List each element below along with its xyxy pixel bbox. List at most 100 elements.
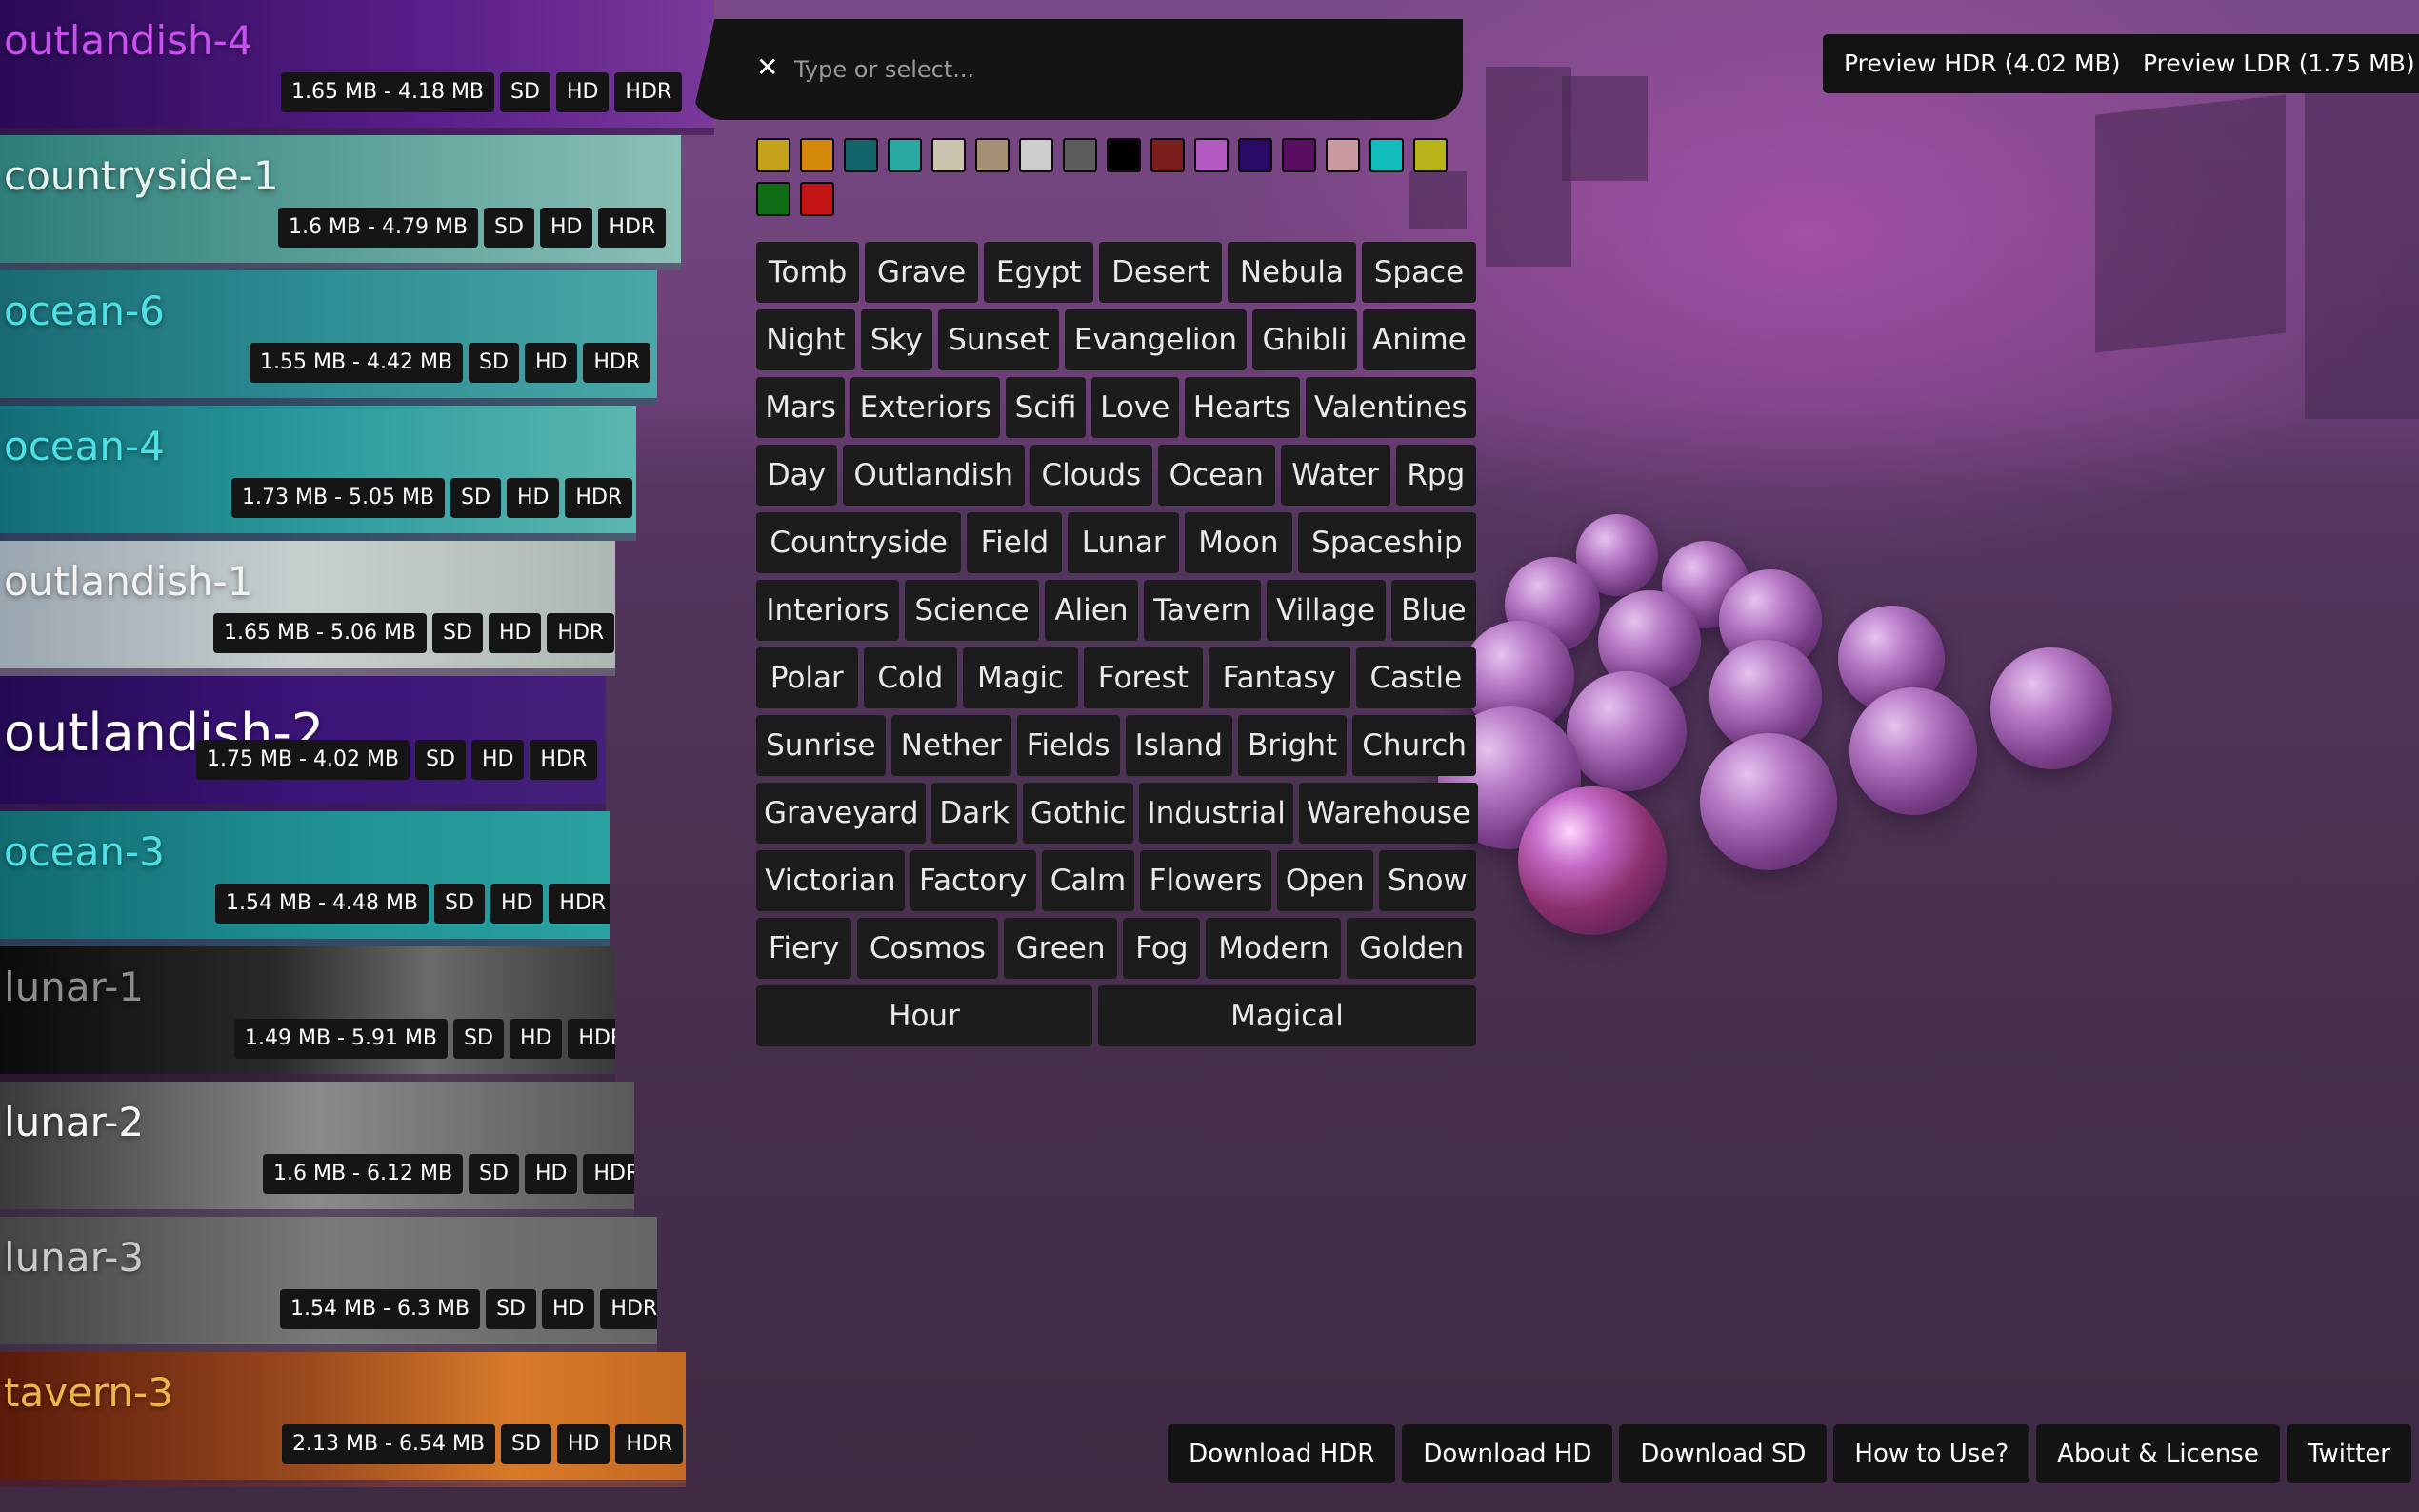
tag-countryside[interactable]: Countryside	[756, 512, 962, 573]
tag-lunar[interactable]: Lunar	[1068, 512, 1179, 573]
close-icon[interactable]: ✕	[756, 51, 778, 83]
sd-button[interactable]: SD	[484, 208, 534, 248]
tag-sky[interactable]: Sky	[860, 309, 932, 370]
search-input[interactable]	[792, 48, 1368, 91]
color-swatch[interactable]	[800, 138, 834, 172]
tag-bright[interactable]: Bright	[1237, 715, 1348, 776]
environment-row-ocean-4[interactable]: ocean-4 1.73 MB - 5.05 MB SD HD HDR	[0, 406, 636, 541]
hdr-button[interactable]: HDR	[530, 740, 598, 780]
tag-castle[interactable]: Castle	[1355, 647, 1476, 708]
tag-magical[interactable]: Magical	[1098, 985, 1477, 1046]
environment-row-lunar-3[interactable]: lunar-3 1.54 MB - 6.3 MB SD HD HDR	[0, 1217, 657, 1352]
tag-open[interactable]: Open	[1276, 850, 1373, 911]
hd-button[interactable]: HD	[539, 208, 593, 248]
color-swatch[interactable]	[844, 138, 878, 172]
hd-button[interactable]: HD	[488, 613, 542, 653]
tag-rpg[interactable]: Rpg	[1395, 445, 1477, 506]
color-swatch[interactable]	[756, 182, 790, 216]
tag-magic[interactable]: Magic	[963, 647, 1078, 708]
tag-cold[interactable]: Cold	[863, 647, 958, 708]
hdr-button[interactable]: HDR	[549, 884, 610, 924]
environment-row-countryside-1[interactable]: countryside-1 1.6 MB - 4.79 MB SD HD HDR	[0, 135, 681, 270]
tag-night[interactable]: Night	[756, 309, 855, 370]
hd-button[interactable]: HD	[541, 1289, 595, 1329]
color-swatch[interactable]	[1107, 138, 1141, 172]
hdr-button[interactable]: HDR	[615, 1424, 684, 1464]
tag-desert[interactable]: Desert	[1099, 242, 1222, 303]
sd-button[interactable]: SD	[415, 740, 466, 780]
tag-polar[interactable]: Polar	[756, 647, 858, 708]
tag-evangelion[interactable]: Evangelion	[1064, 309, 1248, 370]
tag-calm[interactable]: Calm	[1041, 850, 1135, 911]
environment-row-ocean-6[interactable]: ocean-6 1.55 MB - 4.42 MB SD HD HDR	[0, 270, 657, 406]
color-swatch[interactable]	[931, 138, 966, 172]
hd-button[interactable]: HD	[506, 478, 560, 518]
tag-exteriors[interactable]: Exteriors	[850, 377, 1001, 438]
tag-outlandish[interactable]: Outlandish	[842, 445, 1025, 506]
tag-nebula[interactable]: Nebula	[1227, 242, 1356, 303]
color-swatch[interactable]	[1413, 138, 1448, 172]
tag-warehouse[interactable]: Warehouse	[1298, 783, 1479, 844]
environment-row-tavern-3[interactable]: tavern-3 2.13 MB - 6.54 MB SD HD HDR	[0, 1352, 686, 1487]
tag-dark[interactable]: Dark	[931, 783, 1017, 844]
about-license-link[interactable]: About & License	[2036, 1424, 2280, 1483]
color-swatch[interactable]	[1063, 138, 1097, 172]
hd-button[interactable]: HD	[470, 740, 525, 780]
tag-church[interactable]: Church	[1352, 715, 1477, 776]
hd-button[interactable]: HD	[524, 343, 578, 383]
tag-day[interactable]: Day	[756, 445, 837, 506]
environment-row-lunar-1[interactable]: lunar-1 1.49 MB - 5.91 MBSDHDHDR	[0, 946, 615, 1082]
tag-blue[interactable]: Blue	[1390, 580, 1476, 641]
preview-ldr-button[interactable]: Preview LDR (1.75 MB)	[2122, 34, 2419, 93]
tag-gothic[interactable]: Gothic	[1022, 783, 1134, 844]
tag-ocean[interactable]: Ocean	[1157, 445, 1275, 506]
color-swatch[interactable]	[975, 138, 1010, 172]
tag-hour[interactable]: Hour	[756, 985, 1092, 1046]
how-to-use-link[interactable]: How to Use?	[1833, 1424, 2030, 1483]
tag-mars[interactable]: Mars	[756, 377, 846, 438]
hd-button[interactable]: HD	[555, 72, 610, 112]
color-swatch[interactable]	[1282, 138, 1316, 172]
hd-button[interactable]: HD	[490, 884, 544, 924]
sd-button[interactable]: SD	[434, 884, 485, 924]
preview-hdr-button[interactable]: Preview HDR (4.02 MB)	[1823, 34, 2142, 93]
tag-moon[interactable]: Moon	[1184, 512, 1292, 573]
tag-interiors[interactable]: Interiors	[756, 580, 900, 641]
color-swatch[interactable]	[800, 182, 834, 216]
hdr-button[interactable]: HDR	[583, 1154, 634, 1194]
tag-space[interactable]: Space	[1361, 242, 1477, 303]
sd-button[interactable]: SD	[501, 1424, 551, 1464]
hdr-button[interactable]: HDR	[600, 1289, 657, 1329]
tag-valentines[interactable]: Valentines	[1305, 377, 1476, 438]
tag-alien[interactable]: Alien	[1044, 580, 1138, 641]
environment-row-outlandish-2[interactable]: outlandish-2 1.75 MB - 4.02 MB SD HD HDR	[0, 676, 606, 811]
sd-button[interactable]: SD	[450, 478, 501, 518]
hd-button[interactable]: HD	[509, 1019, 563, 1059]
sd-button[interactable]: SD	[469, 1154, 519, 1194]
hdr-button[interactable]: HDR	[583, 343, 651, 383]
sd-button[interactable]: SD	[432, 613, 483, 653]
environment-row-ocean-3[interactable]: ocean-3 1.54 MB - 4.48 MB SD HD HDR	[0, 811, 610, 946]
environment-row-outlandish-4[interactable]: outlandish-4 1.65 MB - 4.18 MB SD HD HDR	[0, 0, 714, 135]
color-swatch[interactable]	[1238, 138, 1272, 172]
tag-grave[interactable]: Grave	[865, 242, 979, 303]
tag-tomb[interactable]: Tomb	[756, 242, 860, 303]
color-swatch[interactable]	[1326, 138, 1360, 172]
sd-button[interactable]: SD	[469, 343, 519, 383]
tag-spaceship[interactable]: Spaceship	[1297, 512, 1477, 573]
hdr-button[interactable]: HDR	[598, 208, 667, 248]
tag-nether[interactable]: Nether	[890, 715, 1011, 776]
hdr-button[interactable]: HDR	[565, 478, 633, 518]
hd-button[interactable]: HD	[524, 1154, 578, 1194]
environment-list[interactable]: outlandish-4 1.65 MB - 4.18 MB SD HD HDR coun…	[0, 0, 724, 1512]
color-swatch[interactable]	[1019, 138, 1053, 172]
tag-scifi[interactable]: Scifi	[1006, 377, 1086, 438]
color-swatch[interactable]	[1194, 138, 1229, 172]
tag-snow[interactable]: Snow	[1378, 850, 1477, 911]
hd-button[interactable]: HD	[556, 1424, 610, 1464]
download-hd-button[interactable]: Download HD	[1402, 1424, 1613, 1483]
tag-industrial[interactable]: Industrial	[1139, 783, 1293, 844]
tag-fog[interactable]: Fog	[1123, 918, 1201, 979]
tag-science[interactable]: Science	[905, 580, 1039, 641]
tag-victorian[interactable]: Victorian	[756, 850, 905, 911]
